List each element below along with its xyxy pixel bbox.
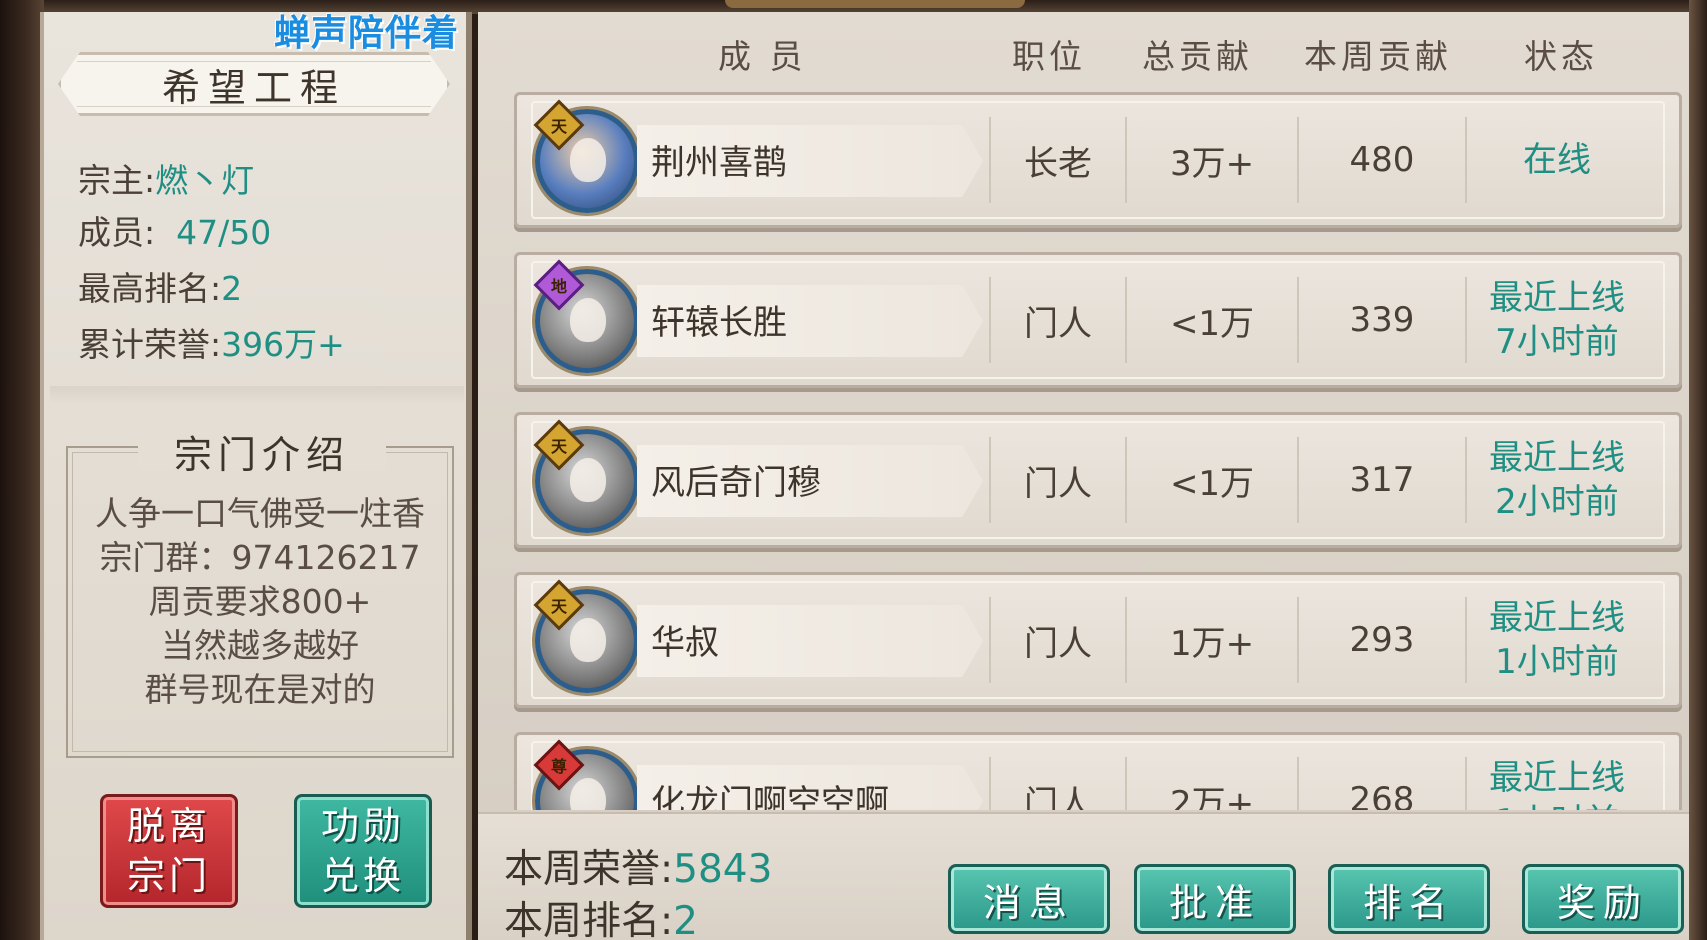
- leader-row: 宗主:燃丶灯: [78, 154, 254, 202]
- member-weekly-contribution: 293: [1349, 620, 1415, 660]
- members-row: 成员: 47/50: [78, 206, 271, 254]
- members-value: 47/50: [176, 213, 272, 252]
- member-row[interactable]: 天 荆州喜鹊 长老 3万+ 480 在线: [514, 92, 1682, 228]
- intro-line: 当然越多越好: [161, 626, 359, 665]
- status-line-1: 最近上线: [1489, 758, 1625, 798]
- weekly-honor-value: 5843: [673, 847, 773, 892]
- member-weekly-contribution: 317: [1349, 460, 1415, 500]
- best-rank-value: 2: [221, 269, 243, 308]
- weekly-honor: 本周荣誉:5843: [504, 838, 772, 894]
- member-name: 荆州喜鹊: [651, 143, 787, 183]
- member-name: 华叔: [651, 623, 719, 663]
- info-divider: [50, 386, 464, 404]
- member-name: 风后奇门穆: [651, 463, 821, 503]
- status-line-2: 1小时前: [1495, 800, 1619, 810]
- avatar-face: [570, 618, 606, 662]
- member-total-contribution: 2万+: [1169, 783, 1255, 811]
- member-row[interactable]: 尊 化龙门啊空空啊 门人 2万+ 268 最近上线 1小时前: [514, 732, 1682, 810]
- status-line-2: 2小时前: [1495, 482, 1619, 522]
- weekly-rank-value: 2: [673, 899, 698, 940]
- right-frame: [1689, 0, 1707, 940]
- intro-text: 人争一口气佛受一炷香 宗门群：974126217 周贡要求800+ 当然越多越好…: [68, 492, 452, 712]
- guild-intro-box: 宗门介绍 人争一口气佛受一炷香 宗门群：974126217 周贡要求800+ 当…: [66, 424, 454, 758]
- leave-guild-label-1: 脱离: [126, 804, 211, 848]
- member-name: 轩辕长胜: [651, 303, 787, 343]
- avatar-face: [570, 458, 606, 502]
- member-status: 最近上线 1小时前: [1467, 735, 1647, 810]
- top-ornament: [725, 0, 1025, 8]
- honor-value: 396万+: [221, 325, 345, 364]
- col-weekly-contribution: 本周贡献: [1304, 37, 1452, 76]
- member-table-header: 成 员 职位 总贡献 本周贡献 状态: [478, 30, 1689, 80]
- avatar-face: [570, 298, 606, 342]
- col-member: 成 员: [718, 37, 807, 76]
- member-name: 化龙门啊空空啊: [651, 783, 889, 810]
- merit-exchange-label-2: 兑换: [320, 854, 405, 898]
- weekly-honor-label: 本周荣誉:: [504, 847, 674, 892]
- reward-button[interactable]: 奖励: [1522, 864, 1684, 934]
- watermark: 蝉声陪伴着: [274, 13, 460, 54]
- status-line-1: 最近上线: [1489, 598, 1625, 638]
- status-line-2: 7小时前: [1495, 322, 1619, 362]
- member-total-contribution: <1万: [1169, 463, 1255, 504]
- best-rank-label: 最高排名:: [78, 269, 222, 308]
- status-line-2: 1小时前: [1495, 642, 1619, 682]
- left-frame: [0, 0, 44, 940]
- member-list[interactable]: 天 荆州喜鹊 长老 3万+ 480 在线 地 轩辕长胜 门人 <1万 339 最…: [514, 88, 1682, 810]
- status-line-1: 最近上线: [1489, 438, 1625, 478]
- honor-label: 累计荣誉:: [78, 325, 222, 364]
- member-total-contribution: 3万+: [1169, 143, 1255, 184]
- intro-line: 人争一口气佛受一炷香: [95, 494, 425, 533]
- member-weekly-contribution: 480: [1349, 140, 1415, 180]
- best-rank-row: 最高排名:2: [78, 262, 242, 310]
- merit-exchange-button[interactable]: 功勋 兑换: [294, 794, 432, 908]
- member-status: 在线: [1467, 95, 1647, 225]
- member-status: 最近上线 1小时前: [1467, 575, 1647, 705]
- leader-label: 宗主:: [78, 161, 156, 200]
- member-weekly-contribution: 339: [1349, 300, 1415, 340]
- honor-row: 累计荣誉:396万+: [78, 318, 345, 366]
- member-row[interactable]: 天 风后奇门穆 门人 <1万 317 最近上线 2小时前: [514, 412, 1682, 548]
- intro-title: 宗门介绍: [138, 424, 386, 477]
- member-total-contribution: 1万+: [1169, 623, 1255, 664]
- member-position: 门人: [1024, 623, 1092, 664]
- intro-line: 周贡要求800+: [148, 582, 372, 621]
- weekly-rank: 本周排名:2: [504, 890, 698, 940]
- guild-name-plate: 希望工程: [58, 52, 450, 116]
- member-position: 门人: [1024, 783, 1092, 811]
- col-total-contribution: 总贡献: [1142, 37, 1253, 76]
- approve-button[interactable]: 批准: [1134, 864, 1296, 934]
- member-row[interactable]: 天 华叔 门人 1万+ 293 最近上线 1小时前: [514, 572, 1682, 708]
- leave-guild-button[interactable]: 脱离 宗门: [100, 794, 238, 908]
- member-weekly-contribution: 268: [1349, 780, 1415, 810]
- member-position: 门人: [1024, 303, 1092, 344]
- ranking-button[interactable]: 排名: [1328, 864, 1490, 934]
- member-position: 长老: [1024, 143, 1092, 184]
- col-position: 职位: [1012, 37, 1086, 76]
- members-label: 成员:: [78, 213, 156, 252]
- member-position: 门人: [1024, 463, 1092, 504]
- avatar-face: [570, 778, 606, 810]
- intro-line: 宗门群：974126217: [99, 538, 421, 577]
- leader-value: 燃丶灯: [155, 161, 255, 200]
- weekly-rank-label: 本周排名:: [504, 899, 674, 940]
- avatar-face: [570, 138, 606, 182]
- intro-line: 群号现在是对的: [144, 670, 376, 709]
- leave-guild-label-2: 宗门: [126, 854, 211, 898]
- member-status: 最近上线 2小时前: [1467, 415, 1647, 545]
- status-line-1: 最近上线: [1489, 278, 1625, 318]
- merit-exchange-label-1: 功勋: [320, 804, 405, 848]
- member-status: 最近上线 7小时前: [1467, 255, 1647, 385]
- member-row[interactable]: 地 轩辕长胜 门人 <1万 339 最近上线 7小时前: [514, 252, 1682, 388]
- guild-name: 希望工程: [161, 65, 346, 110]
- member-total-contribution: <1万: [1169, 303, 1255, 344]
- message-button[interactable]: 消息: [948, 864, 1110, 934]
- col-status: 状态: [1524, 37, 1598, 76]
- status-line-1: 在线: [1523, 140, 1591, 180]
